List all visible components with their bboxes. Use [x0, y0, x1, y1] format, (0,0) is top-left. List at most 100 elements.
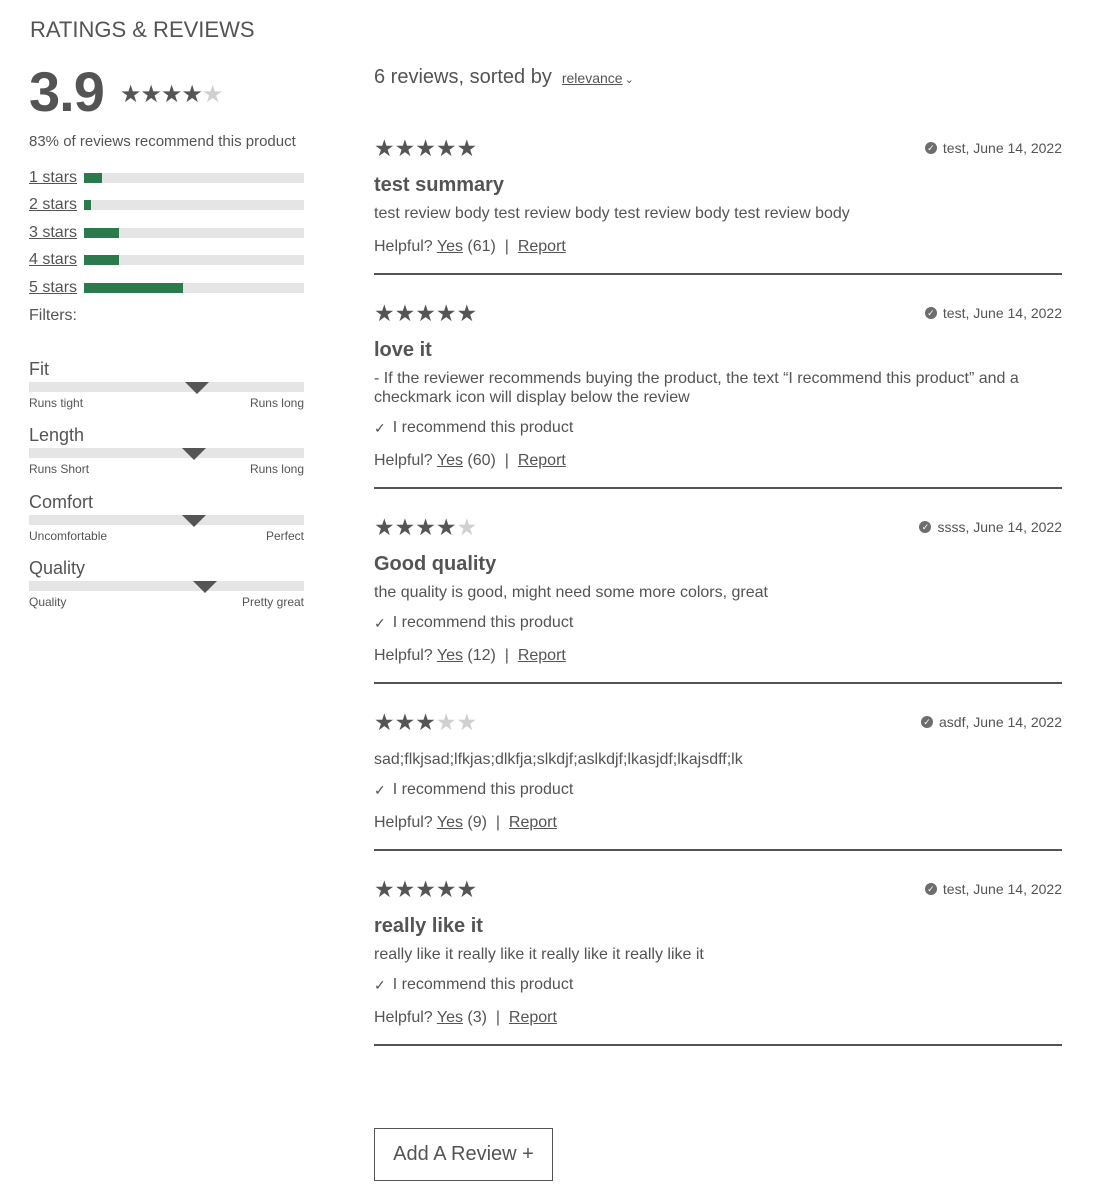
rating-bar-track: [84, 172, 304, 183]
helpful-yes-link[interactable]: Yes: [437, 452, 463, 469]
report-link[interactable]: Report: [509, 1009, 557, 1026]
recommend-text: I recommend this product: [392, 976, 574, 993]
characteristic-title: Comfort: [29, 492, 94, 512]
review-star-icon: ★: [456, 299, 478, 326]
verified-check-icon: ✓: [924, 142, 937, 154]
review-star-icon: ★: [435, 875, 457, 902]
review-star-icon: ★: [394, 875, 416, 902]
recommend-text: I recommend this product: [392, 781, 574, 798]
helpful-yes-link[interactable]: Yes: [437, 814, 463, 831]
rating-breakdown: 1 stars 2 stars 3 stars 4 stars 5 stars: [29, 164, 304, 302]
recommend-note: ✓ I recommend this product: [374, 614, 1062, 632]
reviewer-date: ssss, June 14, 2022: [937, 519, 1062, 535]
sort-value: relevance: [561, 70, 623, 86]
characteristic-low-label: Quality: [29, 595, 67, 609]
characteristic-high-label: Runs long: [249, 462, 304, 476]
characteristic-title: Fit: [29, 359, 49, 379]
triangle-down-icon: [182, 515, 206, 527]
characteristic-high-label: Perfect: [265, 529, 304, 543]
rating-bar-track: [84, 255, 304, 266]
rating-bar-fill: [84, 172, 102, 183]
rating-bar-row[interactable]: 3 stars: [29, 219, 304, 247]
report-link[interactable]: Report: [518, 647, 566, 664]
rating-bar-label[interactable]: 4 stars: [29, 251, 84, 269]
helpful-row: Helpful? Yes (9) | Report: [374, 814, 557, 831]
review-title: really like it: [374, 915, 483, 937]
rating-bar-fill: [84, 227, 120, 238]
report-link[interactable]: Report: [509, 814, 557, 831]
rating-bar-row[interactable]: 4 stars: [29, 247, 304, 275]
review-count-text: 6 reviews, sorted by: [374, 66, 552, 88]
review-body: - If the reviewer recommends buying the …: [374, 370, 1019, 406]
rating-bar-label[interactable]: 1 stars: [29, 169, 84, 187]
review-title: love it: [374, 339, 432, 361]
section-heading: RATINGS & REVIEWS: [30, 17, 255, 42]
rating-bar-label[interactable]: 5 stars: [29, 279, 84, 297]
helpful-yes-link[interactable]: Yes: [437, 238, 463, 255]
rating-star-icon: ★: [160, 80, 182, 108]
characteristic-high-label: Pretty great: [241, 595, 304, 609]
review-meta: ✓ test, June 14, 2022: [924, 140, 1062, 156]
rating-star-icon: ★: [140, 80, 161, 108]
helpful-question: Helpful?: [374, 238, 433, 255]
review-body: the quality is good, might need some mor…: [374, 584, 768, 601]
rating-bar-row[interactable]: 2 stars: [29, 192, 304, 220]
triangle-down-icon: [193, 581, 217, 593]
characteristic-fit: Fit Runs tight Runs long: [29, 358, 304, 410]
rating-bar-row[interactable]: 1 stars: [29, 164, 304, 192]
characteristic-track: [29, 382, 304, 394]
report-link[interactable]: Report: [518, 238, 566, 255]
review-tile: ★★★★★ ✓ test, June 14, 2022 test summary tes…: [374, 130, 1062, 275]
helpful-yes-link[interactable]: Yes: [437, 1009, 463, 1026]
helpful-count: (60): [467, 452, 496, 469]
helpful-row: Helpful? Yes (61) | Report: [374, 238, 566, 255]
review-star-icon: ★: [415, 299, 436, 326]
checkmark-icon: ✓: [374, 976, 386, 993]
helpful-question: Helpful?: [374, 647, 433, 664]
reviewer-date: asdf, June 14, 2022: [939, 714, 1062, 730]
average-rating-stars: ★★★★★: [120, 80, 224, 109]
characteristic-low-label: Runs Short: [29, 462, 90, 476]
rating-bar-row[interactable]: 5 stars: [29, 274, 304, 302]
recommend-percentage: 83% of reviews recommend this product: [29, 133, 296, 150]
characteristic-title: Length: [29, 425, 85, 445]
review-meta: ✓ test, June 14, 2022: [924, 881, 1062, 897]
review-body: really like it really like it really lik…: [374, 946, 704, 963]
review-star-icon: ★: [456, 875, 478, 902]
rating-bar-label[interactable]: 3 stars: [29, 224, 84, 242]
review-star-icon: ★: [415, 513, 436, 540]
characteristic-track: [29, 448, 304, 460]
rating-bar-fill: [84, 282, 183, 293]
sort-dropdown[interactable]: relevance ⌄: [562, 70, 634, 86]
rating-bar-label[interactable]: 2 stars: [29, 196, 84, 214]
characteristic-title: Quality: [29, 558, 86, 578]
review-star-icon: ★: [456, 134, 478, 161]
report-link[interactable]: Report: [518, 452, 566, 469]
rating-bar-track: [84, 227, 304, 238]
characteristic-track: [29, 515, 304, 527]
recommend-note: ✓ I recommend this product: [374, 781, 1062, 799]
reviewer-date: test, June 14, 2022: [942, 140, 1062, 156]
helpful-count: (61): [467, 238, 496, 255]
review-star-icon: ★: [394, 299, 416, 326]
helpful-question: Helpful?: [374, 1009, 433, 1026]
helpful-yes-link[interactable]: Yes: [437, 647, 463, 664]
overall-rating: 3.9 ★★★★★: [29, 60, 224, 124]
review-tile: ★★★★★ ✓ test, June 14, 2022 love it - If the…: [374, 295, 1062, 489]
reviewer-date: test, June 14, 2022: [942, 881, 1062, 897]
review-star-icon: ★: [374, 299, 395, 326]
review-meta: ✓ test, June 14, 2022: [924, 305, 1062, 321]
review-star-icon: ★: [435, 708, 457, 735]
rating-bar-track: [84, 200, 304, 211]
add-review-button[interactable]: Add A Review +: [374, 1128, 553, 1181]
review-stars: ★★★★★: [374, 876, 477, 903]
helpful-question: Helpful?: [374, 452, 433, 469]
verified-check-icon: ✓: [924, 883, 937, 895]
review-star-icon: ★: [374, 134, 395, 161]
review-star-icon: ★: [435, 134, 457, 161]
review-star-icon: ★: [415, 875, 436, 902]
verified-check-icon: ✓: [921, 716, 933, 728]
review-title: test summary: [374, 174, 505, 196]
review-stars: ★★★★★: [374, 514, 477, 541]
review-tile: ★★★★★ ✓ test, June 14, 2022 really like it r…: [374, 871, 1062, 1046]
